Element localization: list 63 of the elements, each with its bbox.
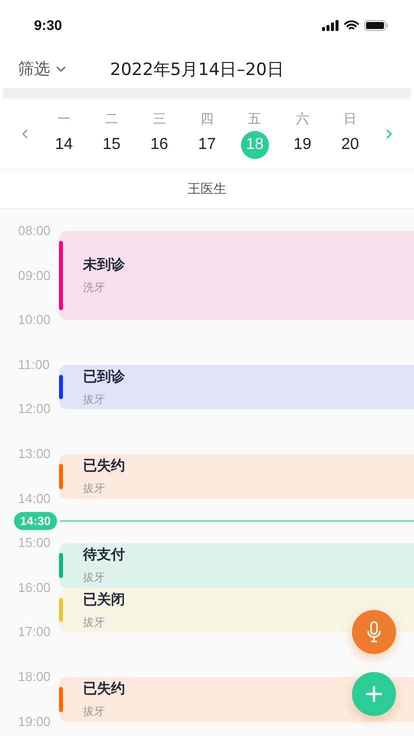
hour-label: 14:00 xyxy=(18,490,51,506)
battery-icon xyxy=(364,20,388,30)
current-time-tag: 14:30 xyxy=(14,512,57,530)
appointment-card[interactable]: 已到诊 拔牙 xyxy=(59,364,414,410)
wifi-icon xyxy=(344,20,359,30)
status-time: 9:30 xyxy=(34,17,62,33)
hour-label: 13:00 xyxy=(18,446,51,461)
appointment-card[interactable]: 待支付 拔牙 xyxy=(59,543,414,588)
date-number: 18 xyxy=(240,130,269,158)
hour-label: 15:00 xyxy=(18,535,51,550)
appointment-service: 洗牙 xyxy=(83,280,106,296)
weekday-label: 三 xyxy=(152,110,166,128)
date-range-title: 2022年5月14日–20日 xyxy=(110,58,284,80)
plus-icon xyxy=(365,685,383,703)
date-number: 15 xyxy=(102,134,122,154)
chevron-right-icon xyxy=(386,129,392,139)
filter-dropdown[interactable]: 筛选 xyxy=(18,58,66,80)
hour-label: 09:00 xyxy=(18,268,51,283)
day-tab[interactable]: 三 16 xyxy=(135,110,184,158)
appointment-status: 已失约 xyxy=(83,680,125,698)
hour-label: 08:00 xyxy=(18,223,51,238)
day-tab[interactable]: 四 17 xyxy=(183,110,231,158)
weekday-label: 一 xyxy=(57,110,70,128)
weekday-label: 六 xyxy=(296,110,309,128)
appointment-status: 未到诊 xyxy=(83,256,125,274)
weekday-label: 二 xyxy=(105,110,118,128)
appointment-service: 拔牙 xyxy=(83,480,106,496)
appointment-card[interactable]: 已关闭 拔牙 xyxy=(59,588,414,632)
date-number: 14 xyxy=(54,134,74,154)
date-number: 20 xyxy=(340,134,360,154)
appointment-card[interactable]: 已失约 拔牙 xyxy=(59,454,414,499)
weekday-label: 五 xyxy=(248,110,262,128)
doctor-name: 王医生 xyxy=(188,181,226,198)
day-tab[interactable]: 日 20 xyxy=(326,110,374,158)
day-tab[interactable]: 一 14 xyxy=(40,110,88,158)
day-tab[interactable]: 二 15 xyxy=(88,110,136,158)
hour-label: 12:00 xyxy=(18,401,51,416)
hour-label: 10:00 xyxy=(18,312,51,328)
day-tab[interactable]: 六 19 xyxy=(278,110,326,158)
chevron-down-icon xyxy=(56,66,66,72)
appointment-card[interactable]: 已失约 拔牙 xyxy=(59,676,414,722)
appointment-card[interactable]: 未到诊 洗牙 xyxy=(59,231,414,320)
microphone-icon xyxy=(367,621,381,643)
hour-label: 18:00 xyxy=(18,668,51,684)
date-number: 19 xyxy=(292,134,312,154)
appointment-status: 已关闭 xyxy=(83,590,125,609)
weekday-label: 四 xyxy=(200,110,214,128)
appointment-status: 待支付 xyxy=(83,546,125,564)
appointment-service: 拔牙 xyxy=(83,570,106,585)
hour-label: 16:00 xyxy=(18,580,51,595)
hour-label: 11:00 xyxy=(18,356,50,372)
appointment-status: 已失约 xyxy=(83,456,125,475)
chevron-left-icon xyxy=(22,129,28,139)
hour-label: 19:00 xyxy=(18,714,51,729)
hour-label: 17:00 xyxy=(18,624,51,640)
appointment-status: 已到诊 xyxy=(83,368,125,386)
signal-icon xyxy=(322,20,339,30)
appointment-service: 拔牙 xyxy=(83,704,106,719)
date-number: 16 xyxy=(149,134,170,154)
date-number: 17 xyxy=(197,134,217,154)
weekday-label: 日 xyxy=(344,110,357,128)
appointment-service: 拔牙 xyxy=(83,614,106,630)
appointment-service: 拔牙 xyxy=(83,392,106,407)
